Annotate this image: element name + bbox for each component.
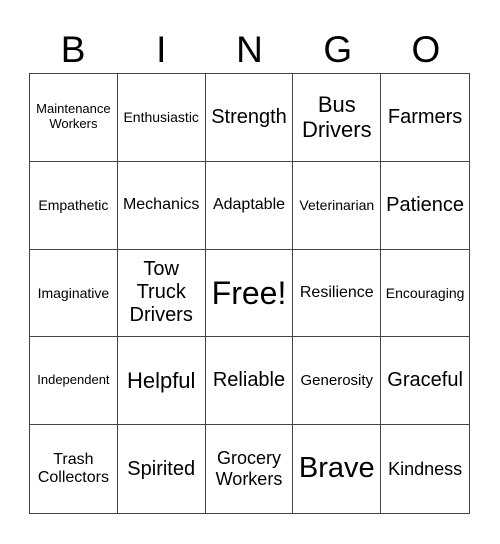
header-letter-i: I (156, 29, 167, 70)
bingo-cell[interactable]: Veterinarian (293, 161, 382, 250)
bingo-cell[interactable]: Patience (381, 162, 469, 250)
header-letter-b: B (60, 29, 86, 70)
bingo-cell[interactable]: Farmers (381, 74, 469, 162)
bingo-cell[interactable]: Empathetic (30, 161, 118, 250)
bingo-cell[interactable]: Tow Truck Drivers (117, 249, 206, 338)
bingo-cell[interactable]: Helpful (117, 337, 206, 426)
bingo-cell[interactable]: Enthusiastic (117, 74, 206, 162)
bingo-cell[interactable]: Grocery Workers (206, 425, 294, 513)
bingo-cell[interactable]: Reliable (205, 337, 294, 426)
bingo-cell[interactable]: Brave (293, 425, 382, 513)
bingo-header: B I N G O (29, 28, 470, 72)
bingo-cell[interactable]: Spirited (118, 425, 206, 513)
header-letter-o: O (411, 29, 441, 70)
bingo-cell[interactable]: Independent (30, 337, 118, 426)
bingo-cell[interactable]: Maintenance Workers (30, 74, 118, 162)
bingo-cell[interactable]: Mechanics (117, 161, 206, 250)
bingo-cell[interactable]: Graceful (381, 337, 469, 426)
bingo-cell[interactable]: Bus Drivers (293, 74, 382, 162)
bingo-cell[interactable]: Resilience (293, 249, 382, 338)
bingo-cell[interactable]: Imaginative (30, 249, 118, 338)
bingo-grid: Maintenance Workers Enthusiastic Strength B… (29, 73, 470, 514)
bingo-cell[interactable]: Trash Collectors (30, 425, 118, 513)
bingo-cell[interactable]: Kindness (381, 425, 469, 513)
header-letter-n: N (236, 29, 263, 70)
bingo-cell[interactable]: Strength (205, 74, 294, 162)
bingo-cell[interactable]: Generosity (293, 337, 382, 426)
bingo-cell[interactable]: Encouraging (381, 250, 469, 338)
free-space-cell[interactable]: Free! (205, 249, 294, 338)
bingo-cell[interactable]: Adaptable (205, 161, 294, 250)
header-letter-g: G (323, 29, 353, 70)
